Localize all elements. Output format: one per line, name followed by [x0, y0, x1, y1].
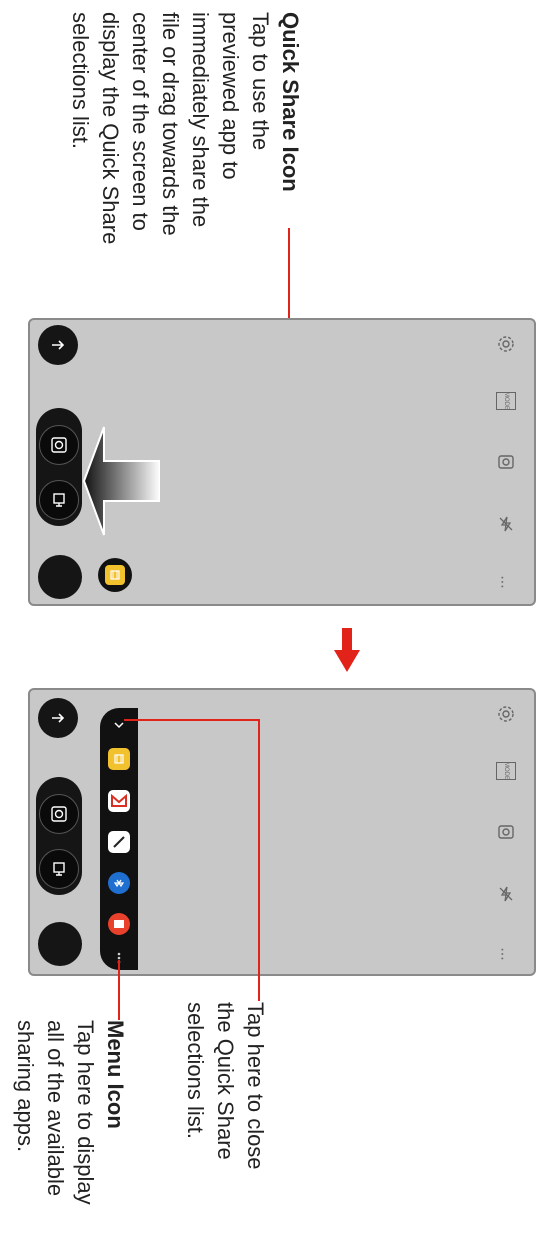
- mode-icon[interactable]: MODE: [492, 387, 520, 415]
- menu-callout-line: sharing apps.: [13, 1020, 38, 1153]
- settings-icon[interactable]: [492, 700, 520, 728]
- quick-share-line: Tap to use the: [248, 12, 273, 151]
- switch-camera-icon[interactable]: [492, 818, 520, 846]
- gallery-app-icon[interactable]: [108, 748, 130, 770]
- mode-switch-pill[interactable]: [36, 408, 82, 526]
- quick-share-line: center of the screen to: [128, 12, 153, 231]
- video-icon: [53, 862, 65, 876]
- video-icon: [53, 493, 65, 507]
- transition-arrow-icon: [334, 628, 360, 672]
- menu-heading: Menu Icon: [103, 1020, 128, 1129]
- share-icon: [52, 713, 65, 723]
- video-mode-button[interactable]: [39, 849, 79, 889]
- close-callout-line: Tap here to close: [243, 1002, 268, 1170]
- quick-share-bar: [100, 708, 138, 970]
- quick-share-icon: [105, 565, 125, 585]
- quick-share-callout: Quick Share Icon Tap to use the previewe…: [65, 12, 305, 244]
- quick-share-line: previewed app to: [218, 12, 243, 180]
- quick-share-line: selections list.: [68, 12, 93, 149]
- more-icon[interactable]: ...: [492, 940, 520, 968]
- switch-camera-icon[interactable]: [492, 448, 520, 476]
- close-quick-share-button[interactable]: [107, 714, 131, 736]
- camera-mode-button[interactable]: [39, 425, 79, 465]
- share-icon: [52, 340, 65, 350]
- email-app-icon[interactable]: [108, 913, 130, 935]
- quick-share-line: file or drag towards the: [158, 12, 183, 236]
- menu-callout: Menu Icon Tap here to display all of the…: [10, 1020, 130, 1205]
- mode-icon[interactable]: MODE: [492, 757, 520, 785]
- gmail-app-icon[interactable]: [108, 790, 130, 812]
- camera-icon: [51, 806, 67, 822]
- menu-callout-line: Tap here to display: [73, 1020, 98, 1205]
- more-icon[interactable]: ...: [492, 568, 520, 596]
- camera-mode-button[interactable]: [39, 794, 79, 834]
- gallery-thumbnail[interactable]: [38, 922, 82, 966]
- menu-leader-vertical: [118, 960, 120, 1020]
- close-callout: Tap here to close the Quick Share select…: [180, 1002, 270, 1170]
- memo-app-icon[interactable]: [108, 831, 130, 853]
- camera-icon: [51, 437, 67, 453]
- drag-arrow: [82, 426, 160, 536]
- bluetooth-app-icon[interactable]: [108, 872, 130, 894]
- video-mode-button[interactable]: [39, 480, 79, 520]
- quick-share-heading: Quick Share Icon: [278, 12, 303, 192]
- mode-switch-pill[interactable]: [36, 777, 82, 895]
- close-leader-horizontal: [124, 719, 259, 721]
- flash-off-icon[interactable]: [492, 880, 520, 908]
- settings-icon[interactable]: [492, 330, 520, 358]
- close-leader-vertical: [258, 719, 260, 1001]
- quick-share-line: immediately share the: [188, 12, 213, 228]
- share-button[interactable]: [38, 698, 78, 738]
- close-callout-line: the Quick Share: [213, 1002, 238, 1160]
- quick-share-button[interactable]: [98, 558, 132, 592]
- quick-share-line: display the Quick Share: [98, 12, 123, 245]
- gallery-thumbnail[interactable]: [38, 555, 82, 599]
- share-button[interactable]: [38, 325, 78, 365]
- close-callout-line: selections list.: [183, 1002, 208, 1139]
- flash-off-icon[interactable]: [492, 510, 520, 538]
- menu-callout-line: all of the available: [43, 1020, 68, 1197]
